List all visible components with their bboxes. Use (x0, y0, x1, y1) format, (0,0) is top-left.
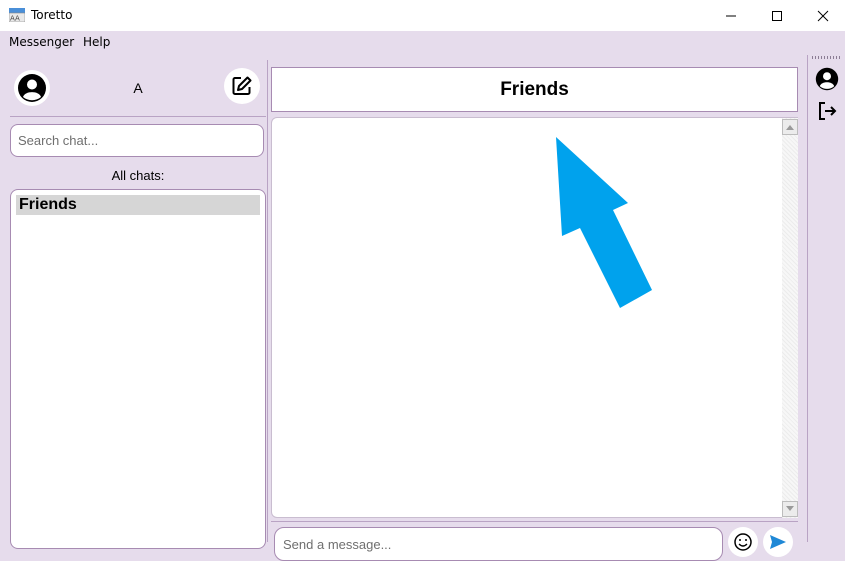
emoji-button[interactable] (728, 527, 758, 557)
all-chats-label: All chats: (111, 168, 165, 183)
menu-help[interactable]: Help (83, 35, 110, 49)
scroll-up-icon (786, 125, 794, 130)
chat-list: Friends (10, 189, 266, 549)
minimize-icon (726, 15, 736, 16)
minimize-button[interactable] (708, 0, 754, 31)
panel-splitter[interactable] (267, 60, 268, 542)
avatar-icon (18, 74, 46, 102)
send-button[interactable] (763, 527, 793, 557)
compose-icon (232, 76, 252, 95)
right-rail-divider (807, 55, 808, 542)
send-icon (770, 535, 786, 549)
chat-list-item[interactable]: Friends (16, 195, 260, 215)
app-icon: AA (9, 8, 25, 22)
chat-title: Friends (271, 67, 798, 112)
menu-bar: Messenger Help (0, 31, 845, 53)
message-input[interactable] (274, 527, 723, 561)
profile-button[interactable] (814, 66, 840, 92)
rail-grip[interactable] (812, 56, 842, 59)
scroll-up-button[interactable] (782, 119, 798, 135)
maximize-button[interactable] (754, 0, 800, 31)
new-chat-button[interactable] (224, 68, 260, 104)
search-chat-input[interactable] (10, 124, 264, 157)
svg-text:AA: AA (10, 15, 20, 23)
logout-button[interactable] (814, 98, 840, 124)
composer-divider (271, 521, 798, 522)
user-name: A (133, 80, 143, 96)
title-bar: AA Toretto (0, 0, 845, 31)
window-title: Toretto (31, 8, 73, 22)
arrow-icon (556, 137, 652, 308)
profile-icon (815, 67, 839, 91)
close-icon (817, 10, 829, 21)
left-divider (10, 116, 266, 117)
close-button[interactable] (800, 0, 845, 31)
scroll-down-button[interactable] (782, 501, 798, 517)
menu-messenger[interactable]: Messenger (9, 35, 74, 49)
message-area (271, 117, 798, 518)
maximize-icon (772, 10, 782, 21)
logout-icon (819, 102, 837, 120)
user-avatar-button[interactable] (14, 70, 50, 106)
message-scrollbar[interactable] (782, 118, 798, 518)
scroll-down-icon (786, 506, 794, 511)
emoji-icon (734, 533, 752, 551)
